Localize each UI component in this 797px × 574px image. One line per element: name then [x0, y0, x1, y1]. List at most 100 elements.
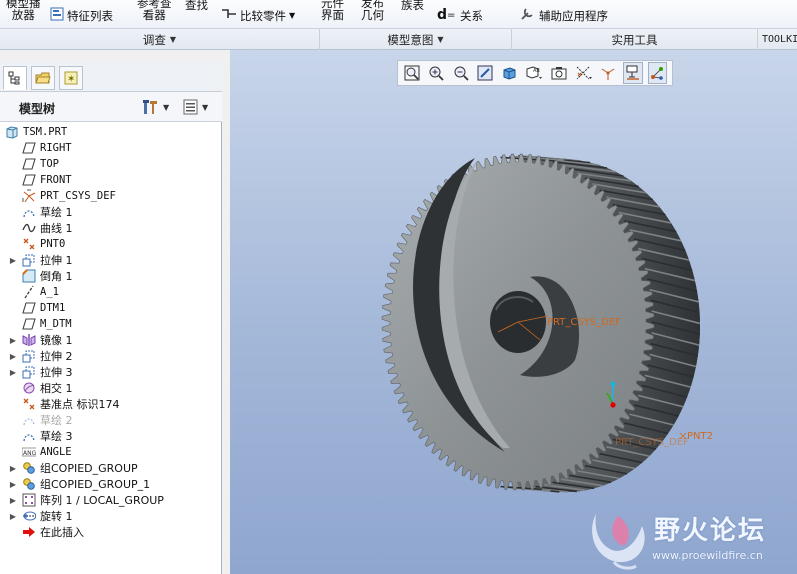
tree-node[interactable]: TSM.PRT — [5, 124, 67, 140]
tree-node[interactable]: 曲线 1 — [8, 220, 73, 236]
view-manager-button[interactable] — [549, 62, 568, 84]
tree-node[interactable]: M_DTM — [8, 316, 72, 332]
reference-viewer-button[interactable]: 参考查 看器 — [137, 0, 172, 21]
expand-arrow-icon[interactable]: ▶ — [8, 496, 18, 505]
find-label: 查找 — [185, 0, 208, 12]
tree-node[interactable]: ▶ 拉伸 2 — [8, 348, 73, 364]
forum-watermark: 野火论坛 www.proewildfire.cn — [582, 502, 797, 574]
tree-settings-button[interactable]: ▼ — [142, 98, 169, 116]
zoom-out-button[interactable] — [451, 62, 470, 84]
expand-arrow-icon[interactable]: ▶ — [8, 512, 18, 521]
revolve-icon — [22, 509, 36, 523]
tree-node-label: 曲线 1 — [40, 222, 73, 235]
element-interface-button[interactable]: 元件 界面 — [321, 0, 344, 21]
tree-node[interactable]: 相交 1 — [8, 380, 73, 396]
settings-tools-icon — [143, 100, 157, 114]
publish-geometry-button[interactable]: 发布 几何 — [361, 0, 384, 21]
relations-icon: d = — [437, 7, 457, 24]
tree-node[interactable]: FRONT — [8, 172, 72, 188]
find-button[interactable]: 查找 — [185, 0, 208, 13]
tree-node-label: 相交 1 — [40, 382, 73, 395]
tree-node[interactable]: ▶ 组COPIED_GROUP_1 — [8, 476, 150, 492]
compare-parts-icon — [221, 7, 237, 24]
tree-node-label: 组COPIED_GROUP — [40, 462, 138, 475]
csys-display-button[interactable] — [647, 62, 667, 84]
folder-browser-tab[interactable] — [31, 66, 55, 90]
feature-list-button[interactable]: 特征列表 — [50, 7, 113, 24]
svg-text:✶: ✶ — [67, 74, 75, 85]
model-tree-panel: ✶ 模型树 ▼ ▼ TSM.PRT RIGHT TOP FRONT PRT_CSYS_D… — [0, 62, 222, 574]
model-player-button[interactable]: 模型播 放器 — [6, 0, 41, 21]
svg-text:=: = — [447, 10, 455, 21]
tree-show-button[interactable]: ▼ — [183, 98, 208, 116]
group-model-intent-label: 模型意图 — [387, 32, 434, 47]
model-tree-tab[interactable] — [3, 66, 27, 90]
tree-node[interactable]: ▶ 阵列 1 / LOCAL_GROUP — [8, 492, 164, 508]
compare-parts-button[interactable]: 比较零件 ▼ — [221, 7, 295, 24]
navigator-tabs: ✶ — [0, 62, 222, 92]
tree-node[interactable]: ▶ 镜像 1 — [8, 332, 73, 348]
graphics-viewport[interactable]: PRT_CSYS_DEF PRT_CSYS_DEF PNT2 AB 野火论坛 w… — [230, 50, 797, 574]
model-tree-header: 模型树 ▼ ▼ — [0, 92, 222, 122]
group-investigate[interactable]: 调查 ▼ — [0, 29, 320, 50]
spin-center-button[interactable] — [599, 62, 618, 84]
expand-arrow-icon[interactable]: ▶ — [8, 352, 18, 361]
group-icon — [22, 461, 36, 475]
expand-arrow-icon[interactable]: ▶ — [8, 464, 18, 473]
tree-node[interactable]: PRT_CSYS_DEF — [8, 188, 116, 204]
sketch-icon — [22, 413, 36, 427]
csys-display-icon — [649, 65, 665, 81]
tree-node[interactable]: ▶ 拉伸 1 — [8, 252, 73, 268]
tree-node[interactable]: 在此插入 — [8, 524, 84, 540]
repaint-button[interactable] — [475, 62, 494, 84]
tree-node-label: RIGHT — [40, 142, 72, 154]
annotation-display-button[interactable] — [623, 62, 643, 84]
expand-arrow-icon[interactable]: ▶ — [8, 256, 18, 265]
zoom-in-icon — [428, 65, 444, 81]
part-icon — [5, 125, 19, 139]
aux-applications-button[interactable]: 辅助应用程序 — [520, 7, 608, 24]
tree-node-label: 拉伸 3 — [40, 366, 73, 379]
group-utilities-label: 实用工具 — [611, 32, 658, 47]
csys-label: PRT_CSYS_DEF — [547, 317, 621, 328]
tree-node[interactable]: 基准点 标识174 — [8, 396, 120, 412]
zoom-in-button[interactable] — [426, 62, 445, 84]
tree-node[interactable]: 草绘 2 — [8, 412, 73, 428]
tree-node[interactable]: 草绘 3 — [8, 428, 73, 444]
relations-button[interactable]: d = 关系 — [437, 7, 483, 24]
gear-model-scene[interactable]: PRT_CSYS_DEF PRT_CSYS_DEF PNT2 — [230, 50, 797, 574]
favorites-tab[interactable]: ✶ — [59, 66, 83, 90]
refit-icon — [404, 65, 420, 81]
tree-node[interactable]: 倒角 1 — [8, 268, 73, 284]
tree-node[interactable]: ▶ 组COPIED_GROUP — [8, 460, 138, 476]
group-model-intent[interactable]: 模型意图 ▼ — [320, 29, 512, 50]
compare-parts-caret-icon: ▼ — [289, 11, 296, 20]
tree-node[interactable]: 草绘 1 — [8, 204, 73, 220]
tree-node[interactable]: RIGHT — [8, 140, 72, 156]
publish-geometry-label-2: 几何 — [361, 8, 384, 22]
tree-node[interactable]: PNT0 — [8, 236, 65, 252]
view-manager-icon — [551, 65, 567, 81]
saved-views-button[interactable]: AB — [524, 62, 544, 84]
tree-node[interactable]: A_1 — [8, 284, 59, 300]
view-toolbar: AB — [397, 60, 673, 86]
expand-arrow-icon[interactable]: ▶ — [8, 480, 18, 489]
saved-views-icon: AB — [525, 65, 543, 81]
refit-button[interactable] — [402, 62, 421, 84]
family-table-button[interactable]: 族表 — [401, 0, 424, 13]
expand-arrow-icon[interactable]: ▶ — [8, 336, 18, 345]
tree-node[interactable]: TOP — [8, 156, 59, 172]
watermark-title: 野火论坛 — [654, 516, 767, 546]
display-style-button[interactable] — [500, 62, 519, 84]
group-utilities[interactable]: 实用工具 — [512, 29, 758, 50]
tree-node[interactable]: ▶ 旋转 1 — [8, 508, 73, 524]
datum-display-button[interactable] — [574, 62, 594, 84]
group-toolkit[interactable]: TOOLKIT — [758, 29, 797, 50]
datum-plane-icon — [22, 301, 36, 315]
tree-node-label: 草绘 2 — [40, 414, 73, 427]
tree-node[interactable]: ANG ANGLE — [8, 444, 72, 460]
expand-arrow-icon[interactable]: ▶ — [8, 368, 18, 377]
tree-node[interactable]: DTM1 — [8, 300, 65, 316]
tree-node[interactable]: ▶ 拉伸 3 — [8, 364, 73, 380]
datum-point-icon — [22, 397, 36, 411]
